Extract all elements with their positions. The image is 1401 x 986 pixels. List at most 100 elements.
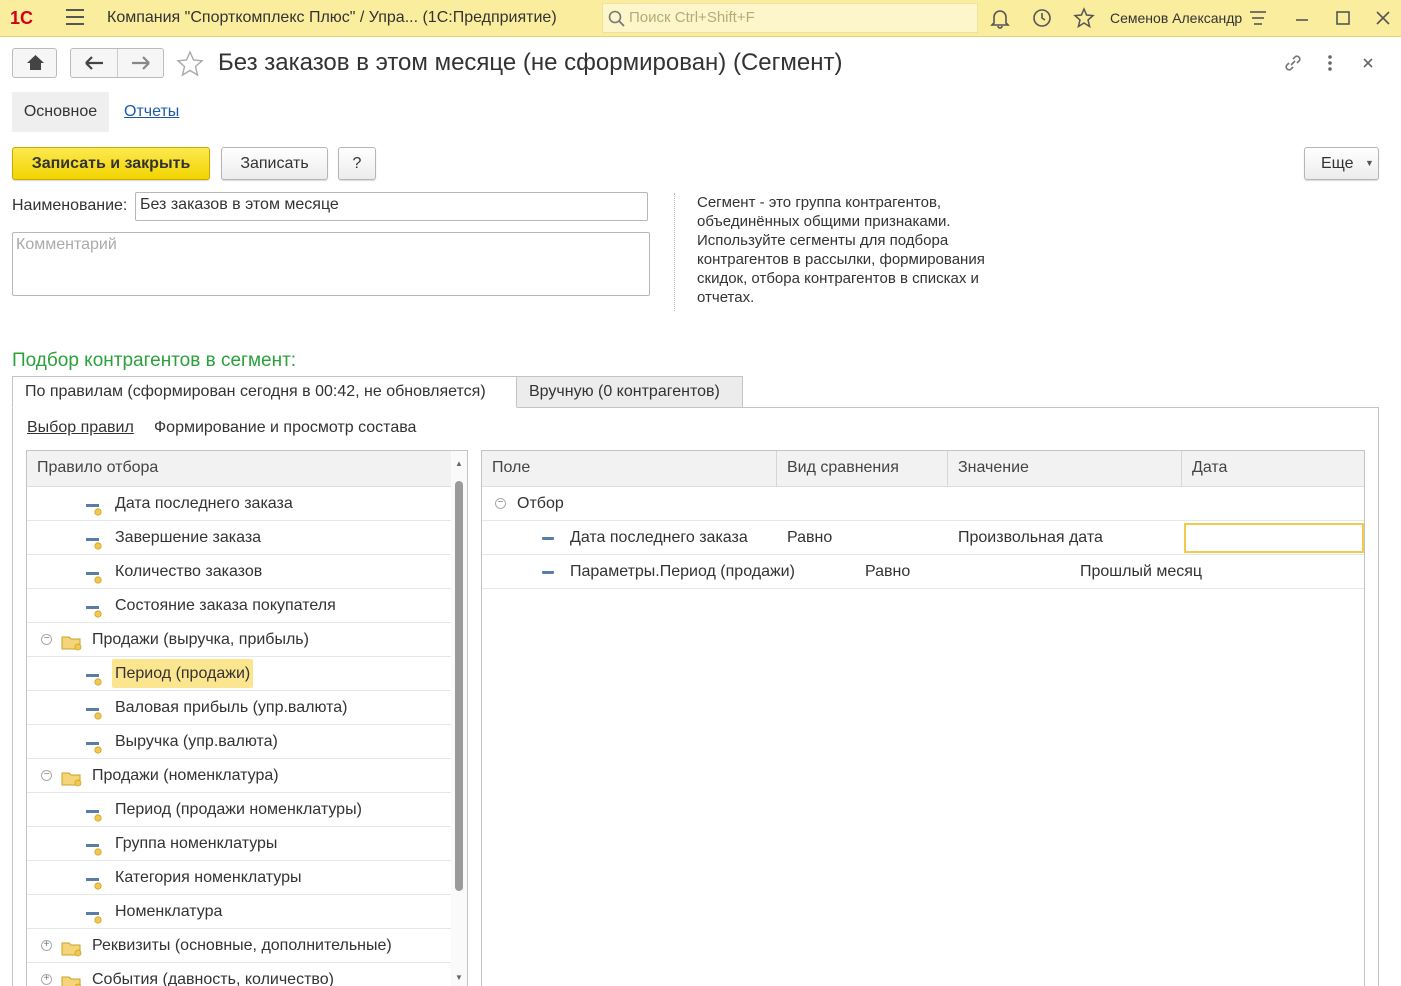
subtab-rules[interactable]: Выбор правил	[27, 419, 134, 437]
tree-item-row[interactable]: Завершение заказа	[27, 521, 451, 555]
bell-icon[interactable]	[989, 7, 1011, 29]
subtab-formation[interactable]: Формирование и просмотр состава	[154, 419, 416, 437]
col-value[interactable]: Значение	[948, 451, 1182, 487]
help-button[interactable]: ?	[338, 147, 376, 180]
more-vertical-icon[interactable]	[1320, 52, 1340, 74]
chevron-down-icon: ▼	[1365, 158, 1374, 168]
app-title: Компания "Спорткомплекс Плюс" / Упра... …	[107, 9, 557, 26]
col-field[interactable]: Поле	[482, 451, 777, 487]
tree-item-row[interactable]: Группа номенклатуры	[27, 827, 451, 861]
row-comparison[interactable]: Равно	[787, 521, 832, 554]
expand-icon[interactable]: +	[41, 940, 52, 951]
row-field: Дата последнего заказа	[570, 529, 748, 546]
row-value[interactable]: Произвольная дата	[958, 521, 1103, 554]
comment-placeholder: Комментарий	[16, 236, 117, 253]
tree-item-row[interactable]: Номенклатура	[27, 895, 451, 929]
tree-item-label-selected: Период (продажи)	[112, 659, 254, 688]
favorite-star-icon[interactable]	[175, 49, 205, 79]
page-title: Без заказов в этом месяце (не сформирова…	[218, 49, 843, 76]
grid-row[interactable]: Параметры.Период (продажи) Равно Прошлый…	[482, 555, 1364, 589]
filter-item-icon	[542, 571, 554, 574]
comment-input[interactable]: Комментарий	[12, 232, 650, 296]
tree-item-row[interactable]: Период (продажи номенклатуры)	[27, 793, 451, 827]
tree-item-row[interactable]: Количество заказов	[27, 555, 451, 589]
tree-item-label: Выручка (упр.валюта)	[115, 733, 278, 750]
tree-item-label: Группа номенклатуры	[115, 835, 278, 852]
col-date[interactable]: Дата	[1182, 451, 1364, 487]
tree-item-label: Валовая прибыль (упр.валюта)	[115, 699, 348, 716]
tree-item-label: Дата последнего заказа	[115, 495, 293, 512]
more-button[interactable]: Еще ▼	[1304, 147, 1379, 180]
name-input[interactable]: Без заказов в этом месяце	[135, 192, 648, 221]
tree-folder-label: Реквизиты (основные, дополнительные)	[92, 937, 392, 954]
rules-tree: Правило отбора Дата последнего заказа Зав…	[26, 450, 468, 986]
col-comparison[interactable]: Вид сравнения	[777, 451, 948, 487]
row-field: Параметры.Период (продажи)	[570, 563, 795, 580]
collapse-icon[interactable]: −	[41, 634, 52, 645]
maximize-icon[interactable]	[1333, 8, 1353, 28]
row-value[interactable]: Прошлый месяц	[1080, 555, 1202, 588]
collapse-icon[interactable]: −	[495, 498, 506, 509]
row-comparison[interactable]: Равно	[865, 555, 910, 588]
nav-buttons	[70, 48, 164, 78]
tree-item-row[interactable]: Валовая прибыль (упр.валюта)	[27, 691, 451, 725]
tree-folder-row[interactable]: + События (давность, количество)	[27, 963, 451, 986]
home-button[interactable]	[12, 48, 57, 78]
close-window-icon[interactable]	[1373, 8, 1393, 28]
search-icon	[608, 10, 625, 27]
date-cell-active[interactable]	[1184, 523, 1364, 553]
link-icon[interactable]	[1282, 52, 1304, 74]
tree-item-label: Категория номенклатуры	[115, 869, 302, 886]
tree-item-label: Период (продажи номенклатуры)	[115, 801, 362, 818]
tree-header[interactable]: Правило отбора	[27, 451, 451, 487]
tree-folder-row[interactable]: − Продажи (выручка, прибыль)	[27, 623, 451, 657]
tree-folder-label: Продажи (номенклатура)	[92, 767, 279, 784]
tree-item-row[interactable]: Состояние заказа покупателя	[27, 589, 451, 623]
close-form-icon[interactable]	[1358, 52, 1378, 74]
forward-arrow-icon[interactable]	[118, 49, 164, 77]
expand-icon[interactable]: +	[41, 974, 52, 985]
grid-group-row[interactable]: − Отбор	[482, 487, 1364, 521]
group-label: Отбор	[517, 495, 564, 512]
tab-reports[interactable]: Отчеты	[124, 103, 179, 121]
star-icon[interactable]	[1073, 7, 1095, 29]
home-icon	[27, 55, 44, 70]
tree-item-row[interactable]: Дата последнего заказа	[27, 487, 451, 521]
back-arrow-icon[interactable]	[71, 49, 118, 77]
save-and-close-button[interactable]: Записать и закрыть	[12, 147, 210, 180]
tree-folder-row[interactable]: + Реквизиты (основные, дополнительные)	[27, 929, 451, 963]
tree-item-label: Состояние заказа покупателя	[115, 597, 336, 614]
filter-grid: Поле Вид сравнения Значение Дата − Отбор…	[481, 450, 1365, 986]
user-name[interactable]: Семенов Александр	[1110, 10, 1242, 26]
tree-folder-label: События (давность, количество)	[92, 971, 334, 986]
app-topbar: 1С Компания "Спорткомплекс Плюс" / Упра.…	[0, 0, 1401, 37]
tree-scrollbar[interactable]: ▲ ▼	[451, 451, 467, 986]
tab-by-rules[interactable]: По правилам (сформирован сегодня в 00:42…	[12, 376, 517, 408]
tab-main[interactable]: Основное	[12, 92, 109, 132]
folder-icon	[61, 971, 83, 986]
tab-manual[interactable]: Вручную (0 контрагентов)	[516, 376, 743, 408]
grid-header: Поле Вид сравнения Значение Дата	[482, 451, 1364, 487]
minimize-icon[interactable]	[1292, 8, 1312, 28]
more-button-label: Еще	[1321, 155, 1354, 172]
tree-rows: Дата последнего заказа Завершение заказа К…	[27, 487, 451, 986]
search-input[interactable]: Поиск Ctrl+Shift+F	[602, 3, 978, 33]
save-button[interactable]: Записать	[221, 147, 328, 180]
description-text: Сегмент - это группа контрагентов, объед…	[674, 193, 1034, 311]
scroll-down-icon[interactable]: ▼	[455, 973, 463, 982]
history-icon[interactable]	[1031, 7, 1053, 29]
tree-item-row[interactable]: Категория номенклатуры	[27, 861, 451, 895]
tree-item-row[interactable]: Выручка (упр.валюта)	[27, 725, 451, 759]
section-title: Подбор контрагентов в сегмент:	[12, 350, 297, 371]
tree-item-label: Завершение заказа	[115, 529, 262, 546]
menu-icon[interactable]	[66, 9, 84, 25]
app-logo[interactable]: 1С	[10, 8, 33, 29]
scroll-thumb[interactable]	[455, 481, 463, 891]
collapse-icon[interactable]: −	[41, 770, 52, 781]
tree-folder-row[interactable]: − Продажи (номенклатура)	[27, 759, 451, 793]
tree-item-label: Количество заказов	[115, 563, 263, 580]
filter-item-icon	[542, 537, 554, 540]
settings-menu-icon[interactable]	[1248, 8, 1268, 28]
scroll-up-icon[interactable]: ▲	[455, 459, 463, 468]
tree-item-row[interactable]: Период (продажи)	[27, 657, 451, 691]
